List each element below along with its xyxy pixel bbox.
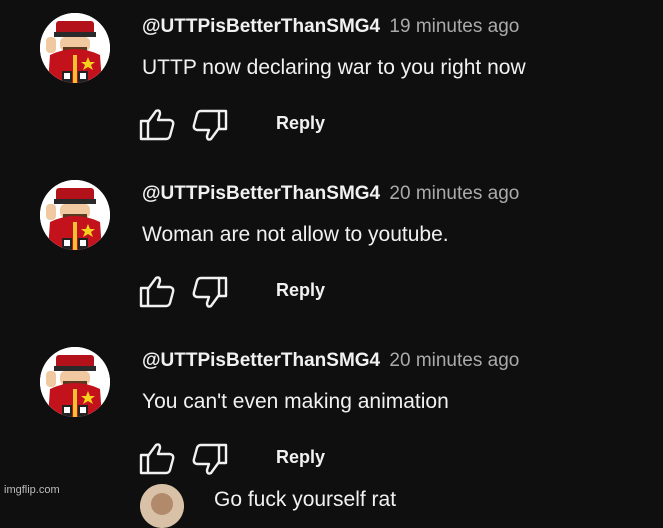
comment-header: @UTTPisBetterThanSMG4 19 minutes ago [142,16,519,38]
comment-item: @UTTPisBetterThanSMG4 19 minutes ago UTT… [0,0,663,167]
like-button[interactable] [137,272,177,312]
reply-button[interactable]: Reply [276,113,325,134]
avatar-soldier-icon [40,180,110,250]
comment-text: UTTP now declaring war to you right now [142,56,526,79]
like-button[interactable] [137,439,177,479]
avatar[interactable] [140,484,184,528]
thumbs-down-icon [192,276,228,308]
like-button[interactable] [137,105,177,145]
reply-button[interactable]: Reply [276,280,325,301]
avatar-face-icon [140,484,184,528]
comment-author[interactable]: @UTTPisBetterThanSMG4 [142,183,380,204]
thumbs-down-icon [192,443,228,475]
thumbs-up-icon [139,276,175,308]
comment-text: You can't even making animation [142,390,449,413]
comment-item: @UTTPisBetterThanSMG4 20 minutes ago Wom… [0,167,663,334]
reply-button[interactable]: Reply [276,447,325,468]
comment-timestamp[interactable]: 20 minutes ago [389,183,519,204]
partial-reply-comment: Go fuck yourself rat [0,478,663,528]
comment-text: Go fuck yourself rat [214,488,397,511]
watermark: imgflip.com [4,484,60,496]
avatar[interactable] [40,180,110,250]
comment-author[interactable]: @UTTPisBetterThanSMG4 [142,350,380,371]
avatar-soldier-icon [40,13,110,83]
comment-header: @UTTPisBetterThanSMG4 20 minutes ago [142,183,519,205]
comment-item: @UTTPisBetterThanSMG4 20 minutes ago You… [0,334,663,501]
comment-text: Woman are not allow to youtube. [142,223,449,246]
comment-timestamp[interactable]: 20 minutes ago [389,350,519,371]
comment-header: @UTTPisBetterThanSMG4 20 minutes ago [142,350,519,372]
thumbs-up-icon [139,443,175,475]
comment-timestamp[interactable]: 19 minutes ago [389,16,519,37]
dislike-button[interactable] [190,439,230,479]
dislike-button[interactable] [190,272,230,312]
thumbs-down-icon [192,109,228,141]
comment-author[interactable]: @UTTPisBetterThanSMG4 [142,16,380,37]
avatar[interactable] [40,13,110,83]
avatar-soldier-icon [40,347,110,417]
avatar[interactable] [40,347,110,417]
thumbs-up-icon [139,109,175,141]
dislike-button[interactable] [190,105,230,145]
